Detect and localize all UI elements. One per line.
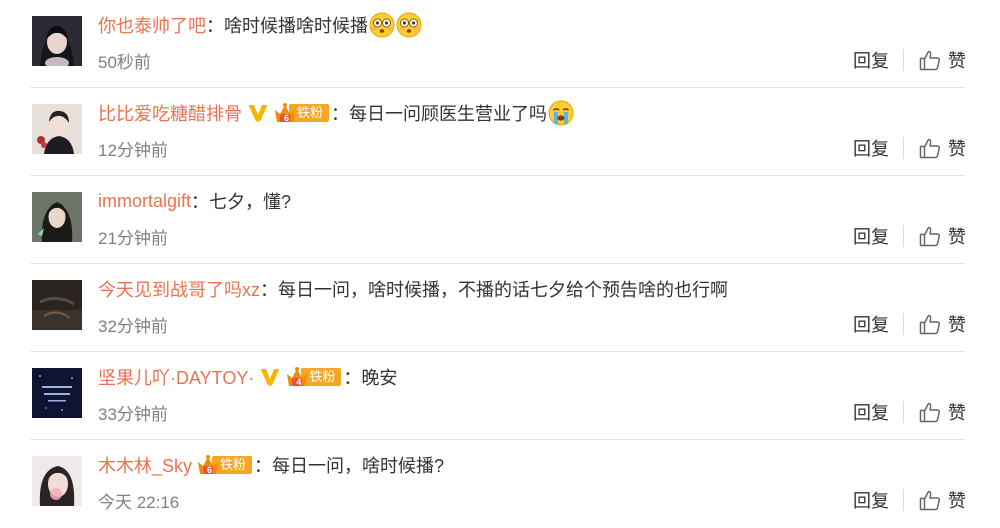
comment-item: immortalgift ： 七夕，懂? 21分钟前 回复 赞 xyxy=(0,176,1000,264)
thumbs-up-icon xyxy=(918,48,942,72)
comment-line: 今天见到战哥了吗xz ： 每日一问，啥时候播，不播的话七夕给个预告啥的也行啊 xyxy=(98,276,728,302)
colon: ： xyxy=(191,192,210,212)
comment-text: 每日一问，啥时候播，不播的话七夕给个预告啥的也行啊 xyxy=(278,280,728,300)
comment-line: 木木林_Sky 6 铁粉 ： 每日一问，啥时候播? xyxy=(98,452,444,478)
avatar[interactable] xyxy=(32,456,82,506)
avatar[interactable] xyxy=(32,368,82,418)
avatar[interactable] xyxy=(32,16,82,66)
thumbs-up-icon xyxy=(918,312,942,336)
colon: ： xyxy=(254,456,273,476)
comment-text: 每日一问，啥时候播? xyxy=(272,456,445,476)
flushed-face-icon xyxy=(369,12,395,38)
thumbs-up-icon xyxy=(918,400,942,424)
comment-line: 你也泰帅了吧 ： 啥时候播啥时候播 xyxy=(98,12,422,38)
username-link[interactable]: immortalgift xyxy=(98,191,191,212)
comment-actions: 回复 赞 xyxy=(853,486,966,514)
divider xyxy=(903,489,904,511)
fan-level: 6 xyxy=(284,113,290,123)
like-label: 赞 xyxy=(948,51,966,71)
comment-line: immortalgift ： 七夕，懂? xyxy=(98,188,291,214)
username-link[interactable]: 你也泰帅了吧 xyxy=(98,12,206,38)
timestamp: 32分钟前 xyxy=(98,317,168,336)
comment-actions: 回复 赞 xyxy=(853,310,966,338)
reply-button[interactable]: 回复 xyxy=(853,311,889,337)
comment-actions: 回复 赞 xyxy=(853,134,966,162)
comment-text: 七夕，懂? xyxy=(209,192,292,212)
like-button[interactable]: 赞 xyxy=(918,399,966,425)
username-link[interactable]: 坚果儿吖·DAYTOY· xyxy=(98,364,254,390)
thumbs-up-icon xyxy=(918,488,942,512)
comment-actions: 回复 赞 xyxy=(853,46,966,74)
like-label: 赞 xyxy=(948,315,966,335)
username-link[interactable]: 今天见到战哥了吗xz xyxy=(98,276,260,302)
like-button[interactable]: 赞 xyxy=(918,135,966,161)
comment-item: 你也泰帅了吧 ： 啥时候播啥时候播 50秒前 回复 赞 xyxy=(0,0,1000,88)
like-button[interactable]: 赞 xyxy=(918,223,966,249)
colon: ： xyxy=(260,280,278,300)
timestamp: 12分钟前 xyxy=(98,141,168,160)
crying-face-icon xyxy=(548,100,574,126)
comment-item: 木木林_Sky 6 铁粉 ： 每日一问，啥时候播? 今天 22:16 回复 赞 xyxy=(0,440,1000,528)
comment-line: 比比爱吃糖醋排骨 6 铁粉 ： 每日一问顾医生营业了吗 xyxy=(98,100,574,126)
reply-button[interactable]: 回复 xyxy=(853,487,889,513)
username-link[interactable]: 比比爱吃糖醋排骨 xyxy=(98,100,242,126)
reply-button[interactable]: 回复 xyxy=(853,135,889,161)
like-label: 赞 xyxy=(948,403,966,423)
fan-badge[interactable]: 6 铁粉 xyxy=(273,103,330,123)
avatar[interactable] xyxy=(32,104,82,154)
thumbs-up-icon xyxy=(918,224,942,248)
comment-actions: 回复 赞 xyxy=(853,222,966,250)
comment-text: 晚安 xyxy=(361,368,398,388)
avatar[interactable] xyxy=(32,280,82,330)
like-button[interactable]: 赞 xyxy=(918,487,966,513)
flushed-face-icon xyxy=(396,12,422,38)
reply-button[interactable]: 回复 xyxy=(853,47,889,73)
reply-button[interactable]: 回复 xyxy=(853,399,889,425)
fan-level: 6 xyxy=(207,465,213,475)
divider xyxy=(903,313,904,335)
fan-badge[interactable]: 4 铁粉 xyxy=(285,367,342,387)
like-button[interactable]: 赞 xyxy=(918,47,966,73)
username-link[interactable]: 木木林_Sky xyxy=(98,452,192,478)
comment-item: 比比爱吃糖醋排骨 6 铁粉 ： 每日一问顾医生营业了吗 12分钟前 回复 赞 xyxy=(0,88,1000,176)
like-label: 赞 xyxy=(948,491,966,511)
verified-v-icon[interactable] xyxy=(259,366,281,388)
comment-item: 今天见到战哥了吗xz ： 每日一问，啥时候播，不播的话七夕给个预告啥的也行啊 3… xyxy=(0,264,1000,352)
like-label: 赞 xyxy=(948,227,966,247)
comment-text: 啥时候播啥时候播 xyxy=(224,16,368,36)
timestamp: 50秒前 xyxy=(98,53,151,72)
colon: ： xyxy=(331,104,350,124)
fan-level: 4 xyxy=(296,377,302,387)
reply-button[interactable]: 回复 xyxy=(853,223,889,249)
comment-item: 坚果儿吖·DAYTOY· 4 铁粉 ： 晚安 33分钟前 回复 赞 xyxy=(0,352,1000,440)
colon: ： xyxy=(343,368,362,388)
timestamp: 21分钟前 xyxy=(98,229,168,248)
comment-text: 每日一问顾医生营业了吗 xyxy=(349,104,548,124)
comment-list: 你也泰帅了吧 ： 啥时候播啥时候播 50秒前 回复 赞 比比爱吃糖醋排骨 6 铁… xyxy=(0,0,1000,527)
like-label: 赞 xyxy=(948,139,966,159)
timestamp: 今天 22:16 xyxy=(98,493,180,512)
thumbs-up-icon xyxy=(918,136,942,160)
divider xyxy=(903,49,904,71)
divider xyxy=(903,401,904,423)
comment-line: 坚果儿吖·DAYTOY· 4 铁粉 ： 晚安 xyxy=(98,364,397,390)
fan-badge[interactable]: 6 铁粉 xyxy=(196,455,253,475)
like-button[interactable]: 赞 xyxy=(918,311,966,337)
colon: ： xyxy=(206,16,224,36)
divider xyxy=(903,137,904,159)
timestamp: 33分钟前 xyxy=(98,405,168,424)
comment-actions: 回复 赞 xyxy=(853,398,966,426)
avatar[interactable] xyxy=(32,192,82,242)
divider xyxy=(903,225,904,247)
verified-v-icon[interactable] xyxy=(247,102,269,124)
